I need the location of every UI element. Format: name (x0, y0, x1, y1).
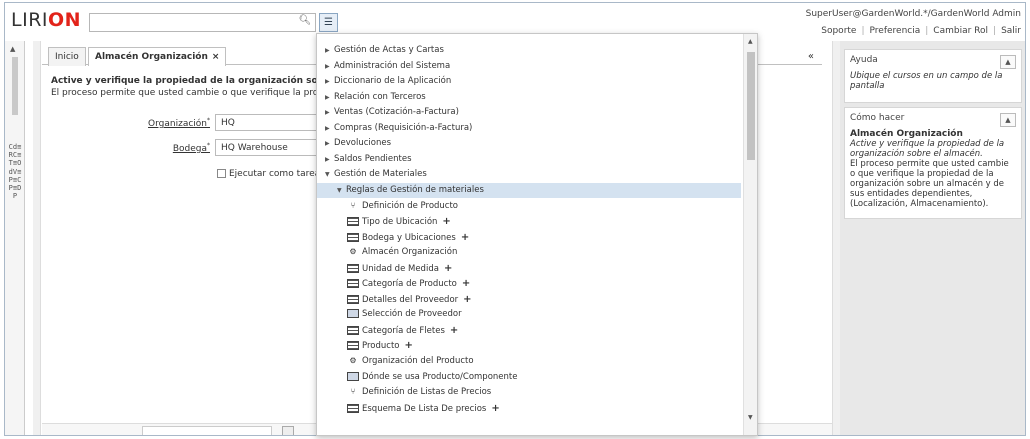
expand-arrow-icon[interactable]: ▶ (325, 59, 334, 75)
howto-heading: Almacén Organización (850, 129, 963, 139)
menu-scrollbar[interactable]: ▲ ▼ (743, 34, 757, 435)
scroll-up-icon[interactable]: ▲ (748, 38, 753, 45)
menu-item[interactable]: Detalles del Proveedor + (317, 292, 741, 308)
collapse-help-icon[interactable]: ▲ (1000, 55, 1016, 69)
menu-item[interactable]: ▶ Devoluciones (317, 136, 741, 152)
tab-almacen-organizacion[interactable]: Almacén Organización × (88, 47, 227, 66)
menu-item[interactable]: ⚙ Organización del Producto (317, 354, 741, 370)
howto-italic: Active y verifique la propiedad de la or… (850, 139, 1005, 159)
menu-item[interactable]: ▶ Saldos Pendientes (317, 152, 741, 168)
organization-label: Organización* (148, 117, 210, 129)
menu-tree-dropdown: ▶ Gestión de Actas y Cartas ▶ Administració… (316, 33, 758, 436)
expand-arrow-icon[interactable]: ▶ (325, 105, 334, 121)
add-new-icon[interactable]: + (491, 403, 499, 414)
bottom-field[interactable] (142, 426, 272, 435)
add-new-icon[interactable]: + (463, 294, 471, 305)
right-splitter[interactable] (832, 41, 840, 435)
help-title: Ayuda (850, 55, 878, 65)
top-links: Soporte | Preferencia | Cambiar Rol | Salir (821, 26, 1021, 36)
menu-item[interactable]: Categoría de Producto + (317, 276, 741, 292)
link-salir[interactable]: Salir (1001, 26, 1021, 36)
expand-arrow-icon[interactable]: ▶ (325, 74, 334, 90)
link-soporte[interactable]: Soporte (821, 26, 856, 36)
menu-item[interactable]: ▼ Gestión de Materiales (317, 167, 741, 183)
left-rail-labels: Cd≡RC≡T≡OdV≡P≡CP≡DP (8, 143, 22, 201)
workflow-icon: ⑂ (350, 387, 356, 397)
expand-arrow-icon[interactable]: ▶ (325, 43, 334, 59)
scroll-up-icon[interactable]: ▲ (10, 45, 15, 53)
collapse-arrow-icon[interactable]: ▼ (325, 167, 334, 183)
help-text: Ubique el cursos en un campo de la panta… (850, 71, 1003, 91)
add-new-icon[interactable]: + (404, 340, 412, 351)
bottom-button[interactable] (282, 426, 294, 435)
menu-item[interactable]: Selección de Proveedor (317, 307, 741, 323)
menu-item[interactable]: ▶ Ventas (Cotización-a-Factura) (317, 105, 741, 121)
collapse-howto-icon[interactable]: ▲ (1000, 113, 1016, 127)
menu-tree-icon[interactable]: ☰ (319, 13, 338, 32)
collapse-icon[interactable]: « (808, 51, 814, 62)
process-gear-icon: ⚙ (349, 356, 357, 365)
add-new-icon[interactable]: + (461, 232, 469, 243)
expand-arrow-icon[interactable]: ▶ (325, 136, 334, 152)
expand-arrow-icon[interactable]: ▶ (325, 90, 334, 106)
menu-item[interactable]: ⚙ Almacén Organización (317, 245, 741, 261)
link-preferencia[interactable]: Preferencia (870, 26, 921, 36)
window-icon (347, 279, 359, 289)
window-icon (347, 341, 359, 351)
window-icon (347, 263, 359, 273)
add-new-icon[interactable]: + (444, 263, 452, 274)
window-icon (347, 217, 359, 227)
menu-item[interactable]: Categoría de Fletes + (317, 323, 741, 339)
process-gear-icon: ⚙ (349, 247, 357, 257)
right-panel: Ayuda ▲ Ubique el cursos en un campo de … (840, 41, 1025, 435)
expand-arrow-icon[interactable]: ▶ (325, 121, 334, 137)
menu-item[interactable]: ▶ Administración del Sistema (317, 59, 741, 75)
warehouse-label: Bodega* (172, 142, 210, 154)
expand-arrow-icon[interactable]: ▶ (325, 152, 334, 168)
menu-item[interactable]: Tipo de Ubicación + (317, 214, 741, 230)
menu-item[interactable]: Producto + (317, 338, 741, 354)
window-icon (347, 294, 359, 304)
menu-item[interactable]: Esquema De Lista De precios + (317, 401, 741, 417)
add-new-icon[interactable]: + (450, 325, 458, 336)
help-card: Ayuda ▲ Ubique el cursos en un campo de … (844, 49, 1022, 103)
process-description: El proceso permite que usted cambie o qu… (51, 88, 358, 98)
left-navigation-rail: ▲ Cd≡RC≡T≡OdV≡P≡CP≡DP (5, 41, 25, 435)
form-icon (347, 309, 359, 319)
menu-item[interactable]: Unidad de Medida + (317, 261, 741, 277)
howto-title: Cómo hacer (850, 113, 905, 123)
add-new-icon[interactable]: + (442, 216, 450, 227)
search-icon[interactable]: 🔍︎ (297, 15, 313, 30)
left-scrollbar[interactable] (12, 57, 18, 115)
lirion-logo: LIRION (11, 9, 82, 31)
menu-item[interactable]: ⑂ Definición de Producto (317, 199, 741, 215)
menu-item[interactable]: Dónde se usa Producto/Componente (317, 370, 741, 386)
window-icon (347, 325, 359, 335)
tab-inicio[interactable]: Inicio (48, 47, 86, 66)
howto-body: El proceso permite que usted cambie o qu… (850, 159, 1009, 209)
organization-field[interactable]: HQ (215, 114, 325, 131)
window-icon (347, 403, 359, 413)
menu-item[interactable]: ▶ Relación con Terceros (317, 90, 741, 106)
howto-card: Cómo hacer ▲ Almacén Organización Active… (844, 107, 1022, 219)
scroll-thumb[interactable] (747, 52, 755, 160)
left-splitter[interactable] (33, 41, 41, 435)
menu-item[interactable]: ▶ Gestión de Actas y Cartas (317, 43, 741, 59)
form-icon (347, 371, 359, 381)
close-tab-icon[interactable]: × (212, 52, 220, 62)
window-icon (347, 232, 359, 242)
warehouse-field[interactable]: HQ Warehouse (215, 139, 325, 156)
scroll-down-icon[interactable]: ▼ (748, 414, 753, 421)
menu-item-selected[interactable]: ▼ Reglas de Gestión de materiales (317, 182, 741, 199)
menu-item[interactable]: ▶ Diccionario de la Aplicación (317, 74, 741, 90)
menu-item[interactable]: ▶ Compras (Requisición-a-Factura) (317, 121, 741, 137)
link-cambiar-rol[interactable]: Cambiar Rol (933, 26, 988, 36)
menu-item[interactable]: ⑂ Definición de Listas de Precios (317, 385, 741, 401)
add-new-icon[interactable]: + (462, 278, 470, 289)
current-user: SuperUser@GardenWorld.*/GardenWorld Admi… (805, 9, 1021, 19)
collapse-arrow-icon[interactable]: ▼ (337, 183, 346, 199)
menu-item[interactable]: Bodega y Ubicaciones + (317, 230, 741, 246)
workflow-icon: ⑂ (350, 200, 356, 210)
global-search-input[interactable]: 🔍︎ (89, 13, 316, 32)
